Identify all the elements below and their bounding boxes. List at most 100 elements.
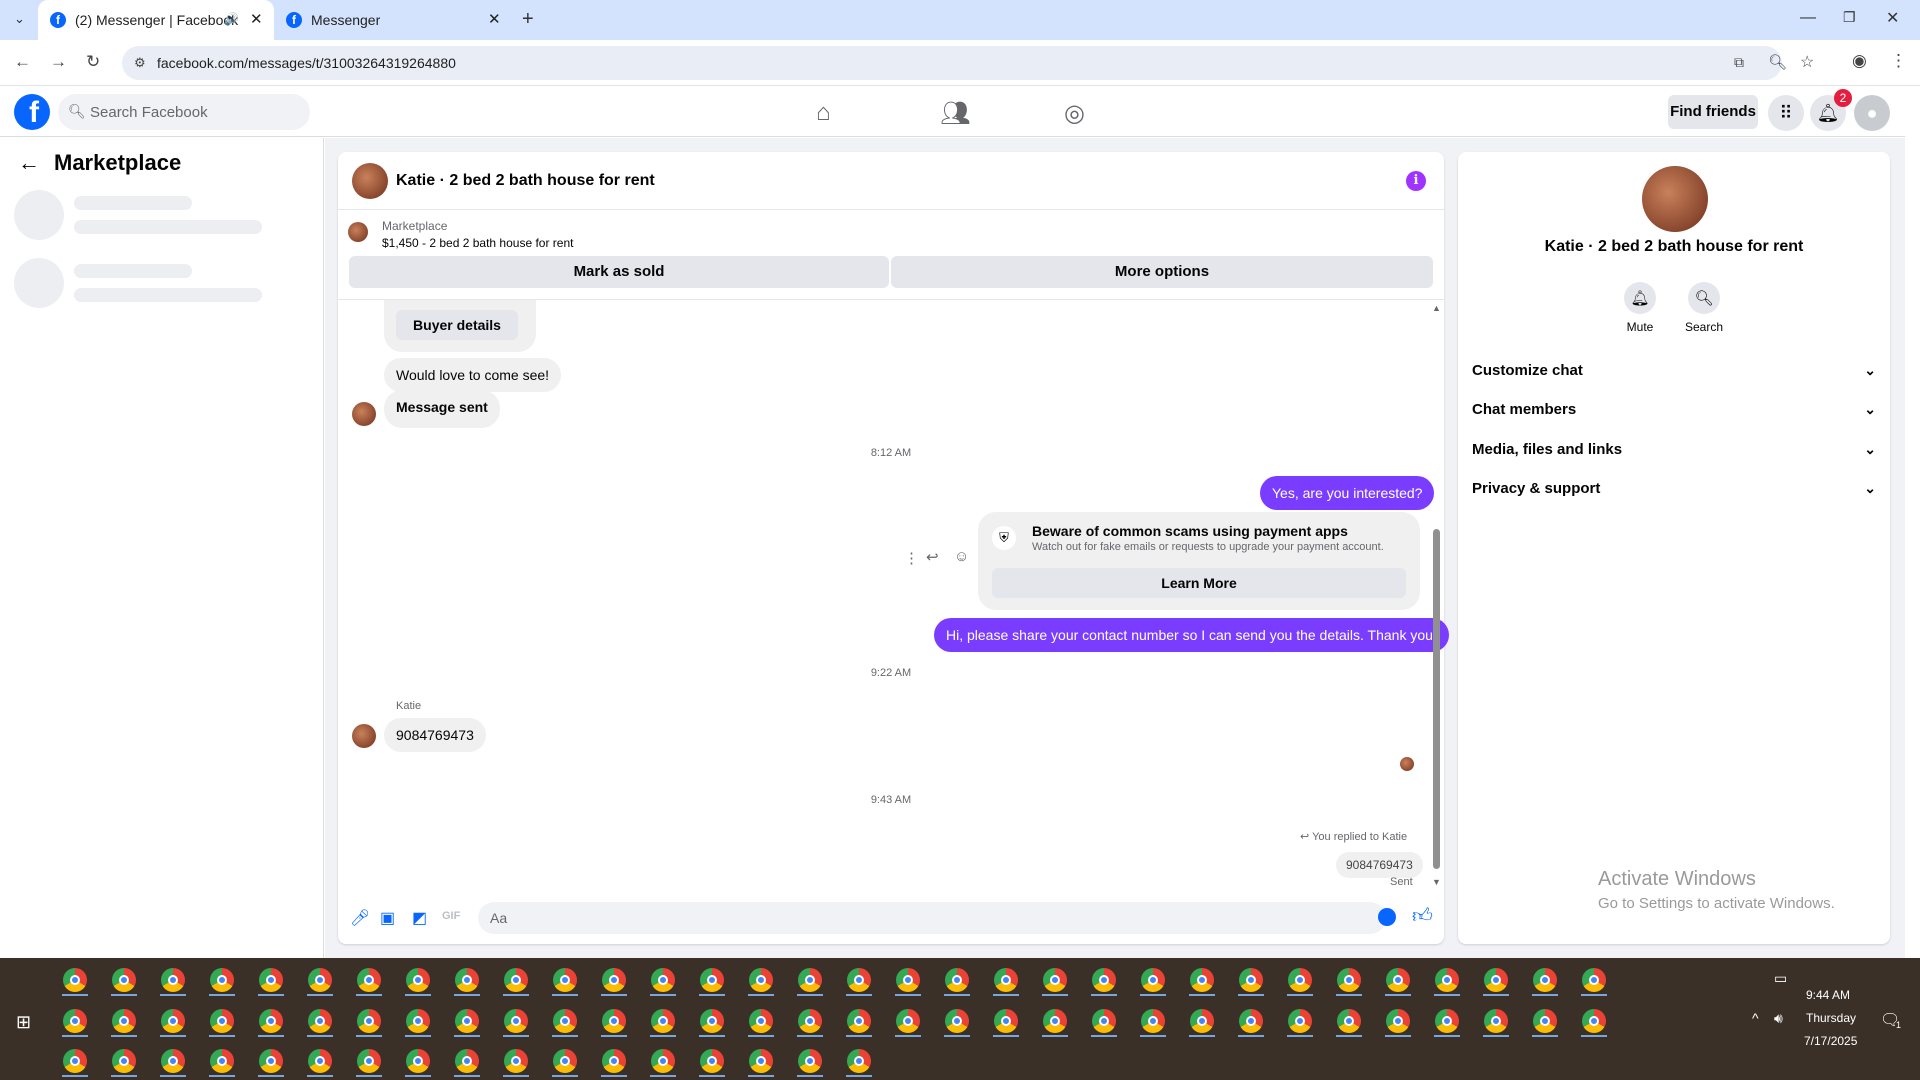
info-icon[interactable]: i xyxy=(1406,171,1426,191)
chrome-taskbar-icon[interactable] xyxy=(354,1046,384,1077)
tab-search-icon[interactable]: ⌄ xyxy=(14,11,25,27)
chrome-taskbar-icon[interactable] xyxy=(697,965,727,996)
chrome-taskbar-icon[interactable] xyxy=(403,965,433,996)
find-friends-button[interactable]: Find friends xyxy=(1668,95,1758,129)
chrome-taskbar-icon[interactable] xyxy=(256,1046,286,1077)
chrome-taskbar-icon[interactable] xyxy=(109,1006,139,1037)
chrome-taskbar-icon[interactable] xyxy=(746,1006,776,1037)
chrome-taskbar-icon[interactable] xyxy=(991,1006,1021,1037)
chrome-taskbar-icon[interactable] xyxy=(1481,965,1511,996)
chrome-taskbar-icon[interactable] xyxy=(991,965,1021,996)
chrome-taskbar-icon[interactable] xyxy=(795,1006,825,1037)
chrome-taskbar-icon[interactable] xyxy=(1530,1006,1560,1037)
chrome-taskbar-icon[interactable] xyxy=(60,965,90,996)
chrome-taskbar-icon[interactable] xyxy=(1187,965,1217,996)
chrome-taskbar-icon[interactable] xyxy=(1040,965,1070,996)
photo-icon[interactable]: ▣ xyxy=(380,908,395,928)
speaker-icon[interactable]: 🔊 xyxy=(224,12,239,26)
search-chat-button[interactable]: 🔍︎ Search xyxy=(1674,282,1734,334)
scrollbar-thumb[interactable] xyxy=(1433,529,1440,869)
chrome-taskbar-icon[interactable] xyxy=(550,1046,580,1077)
windows-start-icon[interactable]: ⊞ xyxy=(16,1012,31,1033)
scroll-down-icon[interactable]: ▼ xyxy=(1432,877,1441,887)
forward-icon[interactable]: → xyxy=(50,52,67,72)
chrome-taskbar-icon[interactable] xyxy=(305,1006,335,1037)
message-bubble-outgoing-reply[interactable]: 9084769473 xyxy=(1336,852,1423,878)
chat-profile-avatar[interactable] xyxy=(1642,166,1708,232)
message-bubble-outgoing[interactable]: Hi, please share your contact number so … xyxy=(934,618,1449,652)
tab-messenger-facebook[interactable]: f (2) Messenger | Facebook 🔊 ✕ xyxy=(38,0,274,40)
thumbs-up-icon[interactable]: 👍︎ xyxy=(1412,904,1433,928)
chrome-taskbar-icon[interactable] xyxy=(844,1046,874,1077)
chat-title[interactable]: Katie · 2 bed 2 bath house for rent xyxy=(396,172,655,190)
chat-avatar[interactable] xyxy=(352,163,388,199)
browser-menu-icon[interactable]: ⋮ xyxy=(1890,51,1907,71)
bookmark-star-icon[interactable]: ☆ xyxy=(1800,52,1814,72)
chrome-taskbar-icon[interactable] xyxy=(1579,1006,1609,1037)
microphone-icon[interactable]: 🎤︎ xyxy=(350,908,370,928)
chrome-taskbar-icon[interactable] xyxy=(305,965,335,996)
chrome-taskbar-icon[interactable] xyxy=(795,965,825,996)
volume-icon[interactable]: 🔊︎ xyxy=(1774,1010,1783,1027)
back-arrow-icon[interactable]: ← xyxy=(18,150,40,176)
chat-members-section[interactable]: Chat members ⌄ xyxy=(1472,401,1876,418)
message-bubble-outgoing[interactable]: Yes, are you interested? xyxy=(1260,476,1435,510)
close-tab-icon[interactable]: ✕ xyxy=(488,10,501,28)
new-tab-icon[interactable]: + xyxy=(522,8,534,31)
chrome-taskbar-icon[interactable] xyxy=(599,965,629,996)
chrome-taskbar-icon[interactable] xyxy=(158,1006,188,1037)
chrome-taskbar-icon[interactable] xyxy=(1138,1006,1168,1037)
chrome-taskbar-icon[interactable] xyxy=(1383,1006,1413,1037)
message-bubble-incoming[interactable]: 9084769473 xyxy=(384,718,486,752)
chrome-taskbar-icon[interactable] xyxy=(697,1046,727,1077)
chrome-taskbar-icon[interactable] xyxy=(207,1006,237,1037)
site-info-icon[interactable]: ⚙ xyxy=(134,55,146,71)
close-window-icon[interactable]: ✕ xyxy=(1886,8,1899,28)
clock-date[interactable]: 7/17/2025 xyxy=(1804,1034,1857,1048)
chrome-taskbar-icon[interactable] xyxy=(1236,1006,1266,1037)
chrome-taskbar-icon[interactable] xyxy=(109,1046,139,1077)
chrome-taskbar-icon[interactable] xyxy=(599,1006,629,1037)
chrome-taskbar-icon[interactable] xyxy=(452,965,482,996)
chrome-taskbar-icon[interactable] xyxy=(256,1006,286,1037)
chrome-taskbar-icon[interactable] xyxy=(403,1006,433,1037)
chrome-taskbar-icon[interactable] xyxy=(207,965,237,996)
chrome-taskbar-icon[interactable] xyxy=(795,1046,825,1077)
facebook-logo[interactable]: f xyxy=(14,94,50,130)
zoom-icon[interactable]: 🔍︎ xyxy=(1768,53,1787,71)
chrome-taskbar-icon[interactable] xyxy=(599,1046,629,1077)
chrome-taskbar-icon[interactable] xyxy=(1089,965,1119,996)
groups-icon[interactable]: ◎ xyxy=(1064,99,1085,128)
reply-icon[interactable]: ↩ xyxy=(926,548,939,566)
minimize-icon[interactable]: — xyxy=(1800,9,1816,27)
profile-avatar[interactable]: ● xyxy=(1854,95,1890,131)
chevron-up-icon[interactable]: ^ xyxy=(1752,1010,1759,1026)
chrome-taskbar-icon[interactable] xyxy=(746,965,776,996)
chrome-taskbar-icon[interactable] xyxy=(1236,965,1266,996)
facebook-search-input[interactable]: 🔍︎ Search Facebook xyxy=(58,94,310,130)
restore-icon[interactable]: ❐ xyxy=(1843,9,1856,26)
chrome-taskbar-icon[interactable] xyxy=(648,965,678,996)
chrome-taskbar-icon[interactable] xyxy=(942,965,972,996)
more-options-button[interactable]: More options xyxy=(891,256,1433,288)
profile-icon[interactable]: ◉ xyxy=(1852,51,1867,71)
chrome-taskbar-icon[interactable] xyxy=(158,965,188,996)
chrome-taskbar-icon[interactable] xyxy=(354,965,384,996)
chrome-taskbar-icon[interactable] xyxy=(844,965,874,996)
chrome-taskbar-icon[interactable] xyxy=(256,965,286,996)
home-icon[interactable]: ⌂ xyxy=(816,99,831,127)
chrome-taskbar-icon[interactable] xyxy=(452,1046,482,1077)
message-input[interactable]: Aa xyxy=(478,902,1386,934)
listing-thumbnail[interactable] xyxy=(348,222,368,242)
clock-day[interactable]: Thursday xyxy=(1806,1011,1856,1025)
chrome-taskbar-icon[interactable] xyxy=(550,1006,580,1037)
chrome-taskbar-icon[interactable] xyxy=(1432,965,1462,996)
chrome-taskbar-icon[interactable] xyxy=(844,1006,874,1037)
sticker-icon[interactable]: ◩ xyxy=(412,908,427,928)
chrome-taskbar-icon[interactable] xyxy=(550,965,580,996)
customize-chat-section[interactable]: Customize chat ⌄ xyxy=(1472,362,1876,379)
learn-more-button[interactable]: Learn More xyxy=(992,568,1406,598)
chrome-taskbar-icon[interactable] xyxy=(1285,1006,1315,1037)
chrome-taskbar-icon[interactable] xyxy=(354,1006,384,1037)
back-icon[interactable]: ← xyxy=(14,52,31,72)
